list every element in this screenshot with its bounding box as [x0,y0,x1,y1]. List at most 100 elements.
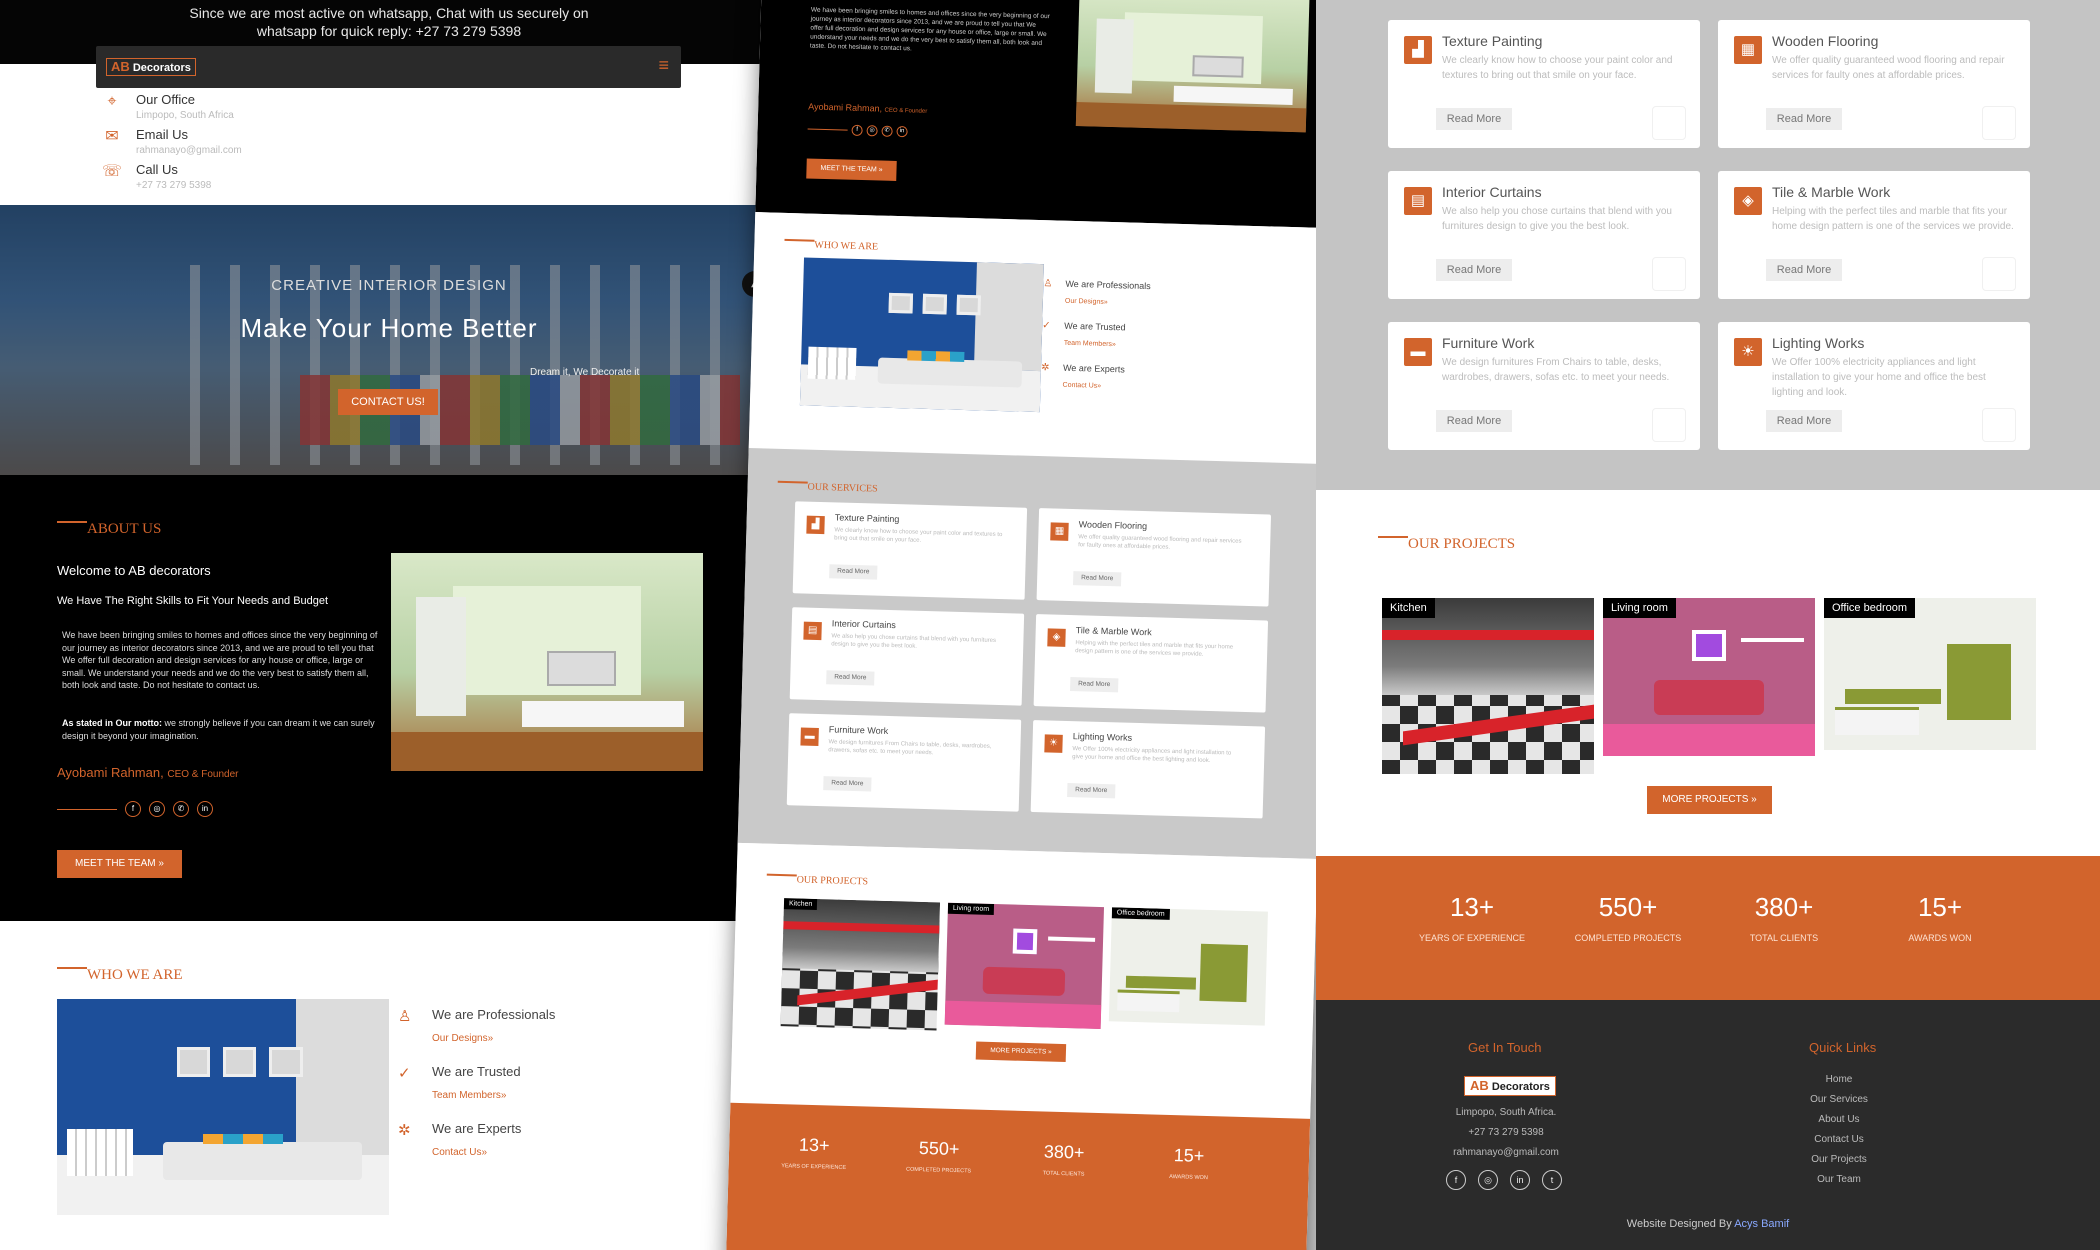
mid-about-paragraph: We have been bringing smiles to homes an… [809,6,1050,53]
instagram-icon[interactable]: ◎ [149,801,165,817]
mid-founder-name: Ayobami Rahman, [808,101,883,114]
mid-projects-heading: OUR PROJECTS [796,874,869,888]
footer-link-about[interactable]: About Us [1759,1114,1919,1125]
mid-read-more-button[interactable]: Read More [1072,571,1122,587]
footer-address: Limpopo, South Africa. [1455,1107,1557,1118]
mid-project-tag: Office bedroom [1111,907,1170,920]
footer-social-links: f ◎ in t [1446,1170,1562,1190]
mid-who-item-link[interactable]: Contact Us» [1062,382,1124,391]
mid-project-kitchen[interactable]: Kitchen [780,898,941,1031]
footer-link-team[interactable]: Our Team [1759,1174,1919,1185]
mid-who-item-link[interactable]: Our Designs» [1065,298,1151,307]
read-more-button[interactable]: Read More [1766,259,1842,281]
whatsapp-icon[interactable]: ✆ [881,125,893,137]
floor-pattern-icon: ▦ [1734,36,1762,64]
who-item-link[interactable]: Our Designs» [432,1033,555,1044]
linkedin-icon[interactable]: in [1510,1170,1530,1190]
mid-service-desc: We Offer 100% electricity appliances and… [1072,746,1232,764]
mid-stat-value: 13+ [798,1134,830,1156]
mid-meet-the-team-button[interactable]: MEET THE TEAM » [806,158,897,181]
footer-link-services[interactable]: Our Services [1759,1094,1919,1105]
footer-link-home[interactable]: Home [1759,1074,1919,1085]
facebook-icon[interactable]: f [125,801,141,817]
read-more-button[interactable]: Read More [1436,410,1512,432]
more-projects-button[interactable]: MORE PROJECTS » [1647,786,1772,814]
mid-stat-label: AWARDS WON [1169,1173,1208,1182]
project-tag: Kitchen [1382,598,1435,618]
stat-value: 13+ [1449,892,1495,922]
mid-more-projects-button[interactable]: MORE PROJECTS » [975,1041,1067,1063]
mid-who-item-title: We are Trusted [1064,320,1126,333]
stat-value: 550+ [1598,892,1658,922]
project-living-room[interactable]: Living room [1603,598,1815,756]
who-item-link[interactable]: Team Members» [432,1090,521,1101]
whatsapp-notice-line2[interactable]: whatsapp for quick reply: +27 73 279 539… [0,22,778,40]
floor-pattern-icon: ▦ [1050,522,1069,541]
stat-value: 380+ [1754,892,1814,922]
mid-project-living-room[interactable]: Living room [944,902,1105,1030]
founder-role: CEO & Founder [167,769,239,780]
linkedin-icon[interactable]: in [197,801,213,817]
who-item-experts: ✲ We are Experts Contact Us» [398,1121,521,1158]
curtain-icon: ▤ [803,621,822,641]
mid-read-more-button[interactable]: Read More [823,776,872,792]
whatsapp-icon[interactable]: ✆ [173,801,189,817]
mid-read-more-button[interactable]: Read More [1067,782,1116,799]
mid-service-title: Furniture Work [828,724,889,736]
read-more-button[interactable]: Read More [1436,108,1512,130]
hamburger-icon[interactable]: ≡ [658,55,669,76]
mid-service-card: ☀ Lighting Works We Offer 100% electricity… [1030,720,1266,819]
read-more-button[interactable]: Read More [1436,259,1512,281]
mid-social-links: f ◎ ✆ in [807,123,908,138]
facebook-icon[interactable]: f [851,124,863,137]
contact-phone-label: Call Us [136,162,178,177]
footer-credit: Website Designed By Acys Bamif [1316,1218,2100,1230]
contact-phone-value[interactable]: +27 73 279 5398 [136,180,211,191]
mid-read-more-button[interactable]: Read More [826,670,875,686]
phone-icon: ☏ [102,163,123,180]
footer-link-projects[interactable]: Our Projects [1759,1154,1919,1165]
facebook-icon[interactable]: f [1446,1170,1466,1190]
contact-us-button[interactable]: CONTACT US! [338,389,438,415]
mid-service-desc: We offer quality guaranteed wood floorin… [1078,534,1242,551]
footer-logo[interactable]: AB Decorators [1464,1076,1556,1096]
project-kitchen[interactable]: Kitchen [1382,598,1594,774]
project-office-bedroom[interactable]: Office bedroom [1824,598,2036,750]
stat-label: TOTAL CLIENTS [1749,933,1819,943]
about-room-image [391,553,703,771]
mid-who-item-title: We are Experts [1062,362,1126,375]
project-tag: Living room [1603,598,1676,618]
site-logo[interactable]: AB Decorators [106,58,196,76]
mid-who-item-link[interactable]: Team Members» [1064,340,1126,349]
stat-label: AWARDS WON [1908,933,1972,943]
mid-service-card: ▟ Texture Painting We clearly know how to … [792,501,1028,600]
twitter-icon[interactable]: t [1542,1170,1562,1190]
credit-author-link[interactable]: Acys Bamif [1734,1218,1789,1230]
footer-link-contact[interactable]: Contact Us [1759,1134,1919,1145]
mid-stat: 380+ TOTAL CLIENTS [1008,1141,1119,1179]
mid-service-card: ◈ Tile & Marble Work Helping with the perf… [1033,614,1269,713]
footer-email[interactable]: rahmanayo@gmail.com [1406,1147,1606,1158]
service-card-lighting-works: ☀ Lighting Works We Offer 100% electricity… [1718,322,2030,450]
mid-read-more-button[interactable]: Read More [1070,677,1119,693]
mid-service-desc: We design furnitures From Chairs to tabl… [828,739,992,757]
footer-phone[interactable]: +27 73 279 5398 [1406,1127,1606,1138]
check-circle-icon: ✓ [1042,320,1051,332]
meet-the-team-button[interactable]: MEET THE TEAM » [57,850,182,878]
mid-project-office-bedroom[interactable]: Office bedroom [1108,907,1268,1026]
instagram-icon[interactable]: ◎ [866,125,878,137]
instagram-icon[interactable]: ◎ [1478,1170,1498,1190]
mid-read-more-button[interactable]: Read More [829,564,878,580]
service-title: Tile & Marble Work [1772,184,1891,200]
linkedin-icon[interactable]: in [896,125,908,138]
who-room-image [57,999,389,1215]
contact-email-value[interactable]: rahmanayo@gmail.com [136,145,242,156]
mid-stat-label: TOTAL CLIENTS [1042,1170,1085,1178]
read-more-button[interactable]: Read More [1766,108,1842,130]
service-desc: We clearly know how to choose your paint… [1442,55,1673,81]
about-heading: ABOUT US [56,521,162,537]
mid-service-title: Tile & Marble Work [1075,625,1152,638]
stat-clients: 380+ TOTAL CLIENTS [1704,892,1864,943]
read-more-button[interactable]: Read More [1766,410,1842,432]
who-item-link[interactable]: Contact Us» [432,1147,521,1158]
